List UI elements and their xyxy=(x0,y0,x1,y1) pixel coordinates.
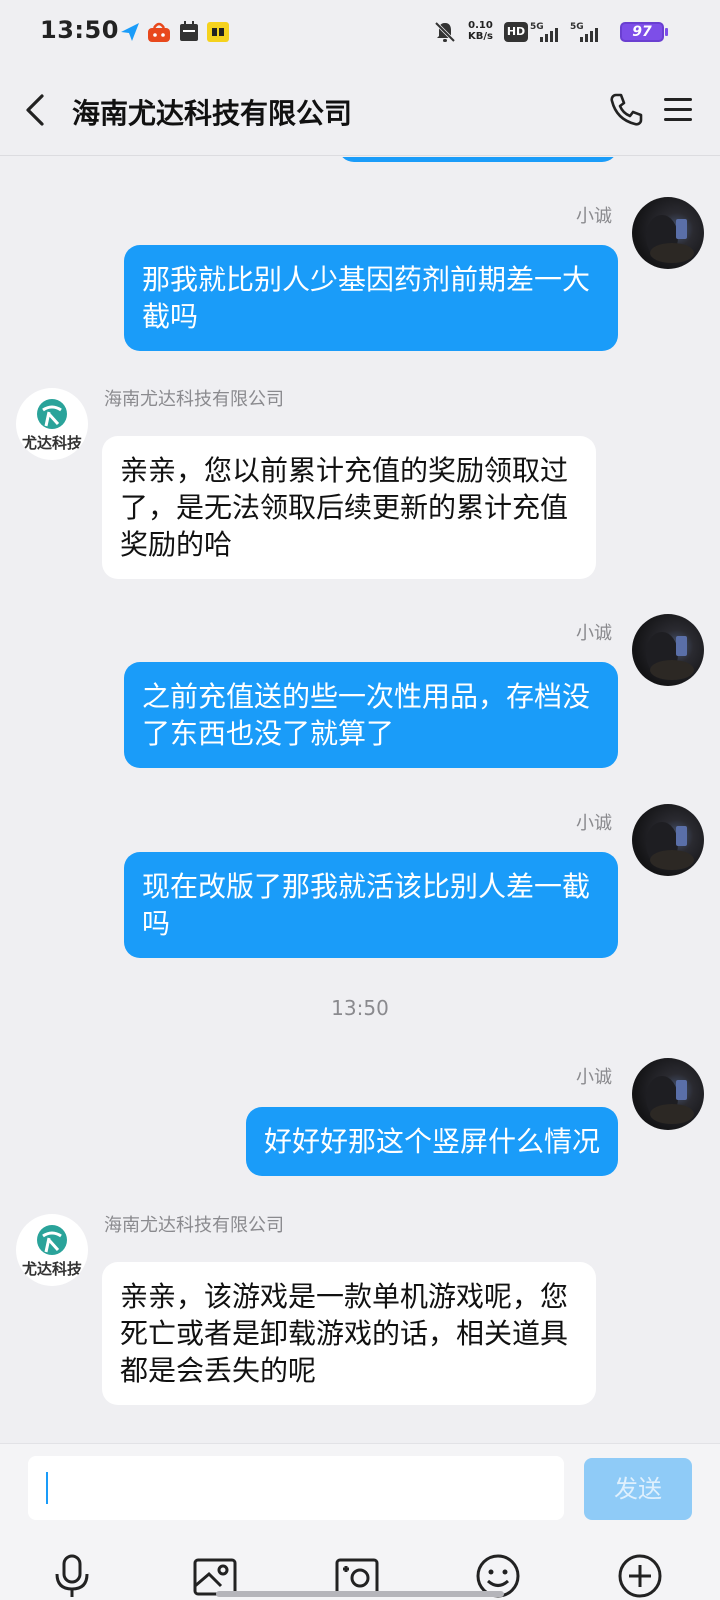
bell-off-icon xyxy=(434,21,456,43)
signal-5g-icon: 5G xyxy=(570,22,598,42)
message-input[interactable] xyxy=(28,1456,564,1520)
company-avatar[interactable]: 尤达科技 xyxy=(16,1214,88,1286)
sender-name: 小诚 xyxy=(576,623,612,644)
company-logo-text: 尤达科技 xyxy=(21,1260,82,1278)
hd-icon: HD xyxy=(504,22,528,42)
signal-5g-icon: 5G xyxy=(530,22,558,42)
chat-title: 海南尤达科技有限公司 xyxy=(72,97,353,130)
chat-screen: 13:50 0.10 KB/s HD 5G 5G 97 海南尤达科技有限公司 小… xyxy=(0,0,720,1600)
calendar-icon xyxy=(180,21,198,41)
message-bubble[interactable]: 亲亲，您以前累计充值的奖励领取过了，是无法领取后续更新的累计充值奖励的哈 xyxy=(102,436,596,579)
user-avatar-image xyxy=(646,1076,694,1124)
svg-text:5G: 5G xyxy=(530,22,544,32)
message-list[interactable]: 小诚 那我就比别人少基因药剂前期差一大截吗 尤达科技 海南尤达科技有限公司 亲亲… xyxy=(0,157,720,1443)
svg-text:5G: 5G xyxy=(570,22,584,32)
network-speed-value: 0.10 xyxy=(468,20,493,31)
user-avatar[interactable] xyxy=(632,1058,704,1130)
mic-icon[interactable] xyxy=(48,1552,96,1600)
chat-header: 海南尤达科技有限公司 xyxy=(0,66,720,156)
time-divider: 13:50 xyxy=(331,996,389,1020)
message-bubble-clipped[interactable] xyxy=(338,157,618,162)
video-app-icon xyxy=(207,22,229,42)
sender-name: 小诚 xyxy=(576,206,612,227)
back-icon[interactable] xyxy=(18,90,58,130)
sender-name: 海南尤达科技有限公司 xyxy=(104,1215,284,1236)
network-speed: 0.10 KB/s xyxy=(468,20,493,42)
menu-icon[interactable] xyxy=(660,92,696,128)
user-avatar[interactable] xyxy=(632,804,704,876)
user-avatar[interactable] xyxy=(632,197,704,269)
user-avatar[interactable] xyxy=(632,614,704,686)
message-bubble[interactable]: 那我就比别人少基因药剂前期差一大截吗 xyxy=(124,245,618,351)
phone-icon[interactable] xyxy=(606,90,646,130)
sender-name: 小诚 xyxy=(576,1067,612,1088)
message-bubble[interactable]: 好好好那这个竖屏什么情况 xyxy=(245,1107,618,1176)
user-avatar-image xyxy=(646,632,694,680)
message-bubble[interactable]: 之前充值送的些一次性用品，存档没了东西也没了就算了 xyxy=(124,662,618,768)
network-speed-unit: KB/s xyxy=(468,31,493,42)
sender-name: 小诚 xyxy=(576,813,612,834)
home-indicator[interactable] xyxy=(216,1591,504,1597)
message-bubble[interactable]: 现在改版了那我就活该比别人差一截吗 xyxy=(124,852,618,958)
user-avatar-image xyxy=(646,215,694,263)
battery-icon: 97 xyxy=(620,22,664,42)
sender-name: 海南尤达科技有限公司 xyxy=(104,389,284,410)
send-button[interactable]: 发送 xyxy=(584,1458,692,1520)
battery-tip xyxy=(665,28,668,36)
plus-icon[interactable] xyxy=(616,1552,664,1600)
text-cursor xyxy=(46,1472,48,1504)
company-avatar[interactable]: 尤达科技 xyxy=(16,388,88,460)
input-bar: 发送 xyxy=(0,1443,720,1600)
status-bar: 13:50 0.10 KB/s HD 5G 5G 97 xyxy=(0,0,720,66)
message-bubble[interactable]: 亲亲，该游戏是一款单机游戏呢，您死亡或者是卸载游戏的话，相关道具都是会丢失的呢 xyxy=(102,1262,596,1405)
company-logo-text: 尤达科技 xyxy=(21,434,82,452)
shopping-app-icon xyxy=(148,22,170,42)
status-time: 13:50 xyxy=(40,16,119,44)
user-avatar-image xyxy=(646,822,694,870)
navigation-app-icon xyxy=(121,23,139,41)
